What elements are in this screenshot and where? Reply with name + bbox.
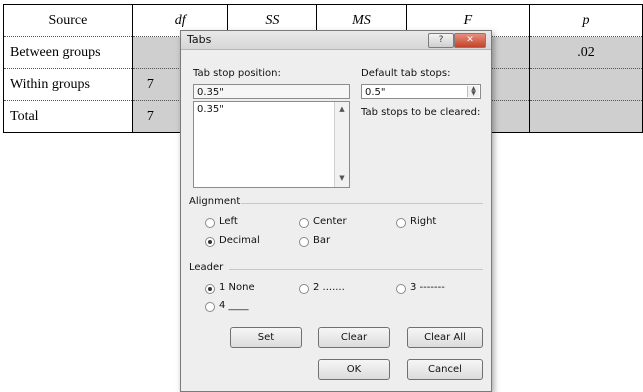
row-cell [528,68,643,101]
cancel-button[interactable]: Cancel [407,359,483,380]
align-center-label[interactable]: Center [313,216,347,227]
header-source: Source [3,4,133,37]
close-button[interactable]: ✕ [454,33,486,48]
clear-button[interactable]: Clear [318,327,390,348]
leader-dots-radio[interactable] [299,284,309,294]
header-p: p [528,4,643,37]
align-left-radio[interactable] [205,218,215,228]
default-stops-input[interactable]: 0.5" ▲ ▼ [361,84,481,99]
leader-underline-label[interactable]: 4 ____ [219,300,249,311]
align-right-radio[interactable] [396,218,406,228]
tab-stop-input[interactable]: 0.35" [193,84,350,99]
leader-dashes-label[interactable]: 3 ------- [410,282,445,293]
scroll-up-icon[interactable]: ▲ [337,105,347,115]
align-bar-radio[interactable] [299,237,309,247]
spinner-icon[interactable]: ▲ ▼ [467,86,479,97]
align-left-label[interactable]: Left [219,216,238,227]
leader-none-label[interactable]: 1 None [219,282,255,293]
row-source: Within groups [3,68,133,101]
align-center-radio[interactable] [299,218,309,228]
row-source: Total [3,100,133,133]
ok-button[interactable]: OK [318,359,390,380]
default-stops-value: 0.5" [365,87,386,98]
row-cell [528,100,643,133]
leader-divider [229,269,483,270]
row-p: .02 [528,36,643,69]
leader-underline-radio[interactable] [205,302,215,312]
leader-dashes-radio[interactable] [396,284,406,294]
alignment-divider [241,203,483,204]
cleared-label: Tab stops to be cleared: [361,107,481,118]
help-button[interactable]: ? [428,33,454,48]
leader-none-radio[interactable] [205,284,215,294]
row-source: Between groups [3,36,133,69]
dialog-titlebar[interactable]: Tabs ? ✕ [181,31,491,50]
leader-group-title: Leader [189,262,224,273]
align-right-label[interactable]: Right [410,216,436,227]
align-bar-label[interactable]: Bar [313,235,330,246]
align-decimal-radio[interactable] [205,237,215,247]
tab-stop-scrollbar[interactable]: ▲ ▼ [334,102,349,187]
tab-stop-list[interactable]: 0.35" ▲ ▼ [193,101,350,188]
tabs-dialog: Tabs ? ✕ Tab stop position: 0.35" 0.35" … [180,30,492,392]
dialog-title: Tabs [187,33,212,46]
default-stops-label: Default tab stops: [361,68,451,79]
list-item[interactable]: 0.35" [197,104,224,115]
leader-dots-label[interactable]: 2 ....... [313,282,345,293]
clear-all-button[interactable]: Clear All [407,327,483,348]
align-decimal-label[interactable]: Decimal [219,235,260,246]
alignment-group-title: Alignment [189,196,241,207]
scroll-down-icon[interactable]: ▼ [337,174,347,184]
set-button[interactable]: Set [230,327,302,348]
tab-stop-label: Tab stop position: [193,68,281,79]
